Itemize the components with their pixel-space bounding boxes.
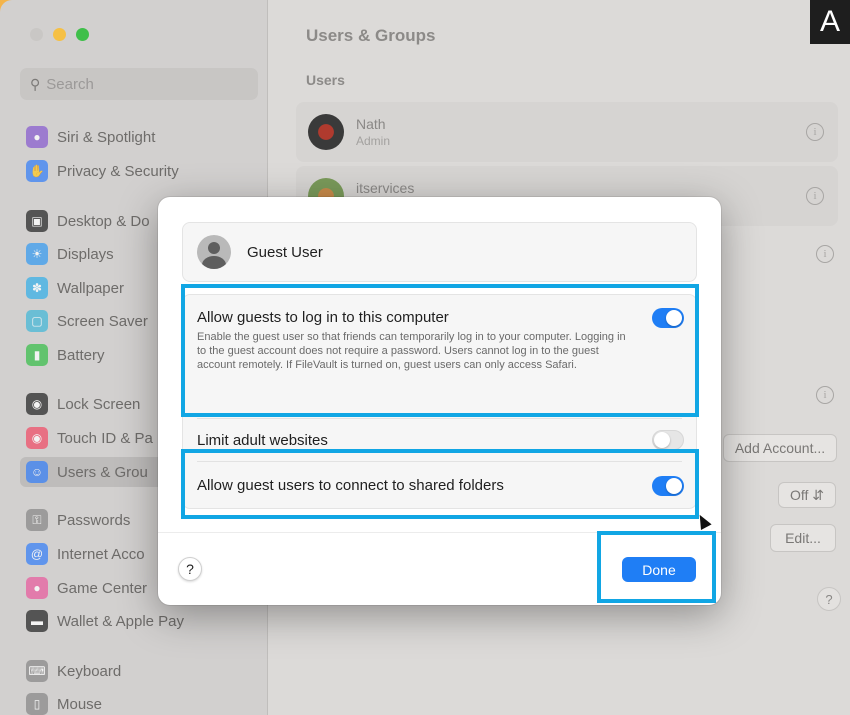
guest-avatar-icon: [197, 235, 231, 269]
sidebar-item-label: Desktop & Do: [57, 212, 150, 230]
fingerprint-icon: ◉: [26, 427, 48, 449]
sidebar-item-label: Mouse: [57, 695, 103, 713]
zoom-window-button[interactable]: [76, 28, 89, 41]
at-icon: @: [26, 543, 48, 565]
sidebar-item-label: Passwords: [57, 511, 131, 529]
user-name: Nath: [356, 116, 386, 132]
close-window-button[interactable]: [30, 28, 43, 41]
sidebar-item-label: Internet Acco: [57, 545, 145, 563]
limit-adult-websites-toggle[interactable]: [652, 430, 684, 450]
off-select[interactable]: Off ⇵: [778, 482, 836, 508]
user-role: Admin: [356, 134, 391, 148]
limit-adult-websites-label: Limit adult websites: [197, 432, 328, 449]
sun-icon: ☀: [26, 243, 48, 265]
sidebar-item-label: Displays: [57, 245, 114, 263]
mouse-icon: ▯: [26, 693, 48, 715]
users-icon: ☺: [26, 461, 48, 483]
desktop-icon: ▣: [26, 210, 48, 232]
user-row[interactable]: Nath Admin i: [296, 102, 838, 162]
siri-icon: ●: [26, 126, 48, 148]
sidebar-item-privacy-security[interactable]: ✋ Privacy & Security: [20, 156, 258, 186]
flower-icon: ✽: [26, 277, 48, 299]
search-input[interactable]: ⚲ Search: [20, 68, 258, 100]
user-name: itservices: [356, 180, 415, 196]
info-icon[interactable]: i: [816, 386, 834, 404]
highlight-box-guest-login: [181, 284, 699, 417]
sidebar-item-label: Battery: [57, 346, 105, 364]
limit-adult-websites-row: Limit adult websites: [183, 432, 696, 449]
avatar: [308, 114, 344, 150]
sidebar-item-label: Lock Screen: [57, 395, 141, 413]
search-placeholder: Search: [46, 75, 94, 93]
window-controls: [30, 28, 89, 41]
off-select-value: Off: [789, 487, 809, 503]
hand-icon: ✋: [26, 160, 48, 182]
chevron-updown-icon: ⇵: [812, 486, 825, 503]
sidebar-item-label: Game Center: [57, 579, 148, 597]
keyboard-icon: ⌨: [26, 660, 48, 682]
sidebar-item-keyboard[interactable]: ⌨ Keyboard: [20, 656, 258, 686]
sidebar-item-mouse[interactable]: ▯ Mouse: [20, 689, 258, 715]
highlight-box-shared-folders: [181, 449, 699, 519]
sidebar-item-label: Wallet & Apple Pay: [57, 612, 185, 630]
info-icon[interactable]: i: [816, 245, 834, 263]
guest-user-name: Guest User: [247, 243, 323, 261]
users-section-title: Users: [306, 72, 345, 88]
screensaver-icon: ▢: [26, 310, 48, 332]
sidebar-item-label: Privacy & Security: [57, 162, 179, 180]
sheet-help-button[interactable]: ?: [178, 557, 202, 581]
add-account-button[interactable]: Add Account...: [723, 434, 837, 462]
gamecenter-icon: ●: [26, 577, 48, 599]
guest-user-card: Guest User: [182, 222, 697, 282]
minimize-window-button[interactable]: [53, 28, 66, 41]
sidebar-item-label: Keyboard: [57, 662, 122, 680]
info-icon[interactable]: i: [806, 187, 824, 205]
sidebar-item-wallet-apple-pay[interactable]: ▬ Wallet & Apple Pay: [20, 606, 258, 636]
page-title: Users & Groups: [306, 26, 436, 45]
battery-icon: ▮: [26, 344, 48, 366]
divider: [197, 418, 682, 419]
help-button[interactable]: ?: [817, 587, 841, 611]
lock-icon: ◉: [26, 393, 48, 415]
overlay-label: A: [810, 0, 850, 44]
wallet-icon: ▬: [26, 610, 48, 632]
highlight-box-done: [597, 531, 716, 603]
edit-button[interactable]: Edit...: [770, 524, 836, 552]
sidebar-item-label: Wallpaper: [57, 279, 124, 297]
sidebar-item-label: Users & Grou: [57, 463, 148, 481]
sidebar-item-siri-spotlight[interactable]: ● Siri & Spotlight: [20, 122, 258, 152]
search-icon: ⚲: [30, 75, 41, 92]
info-icon[interactable]: i: [806, 123, 824, 141]
sidebar-item-label: Siri & Spotlight: [57, 128, 156, 146]
sidebar-item-label: Touch ID & Pa: [57, 429, 153, 447]
sidebar-item-label: Screen Saver: [57, 312, 148, 330]
key-icon: ⚿: [26, 509, 48, 531]
